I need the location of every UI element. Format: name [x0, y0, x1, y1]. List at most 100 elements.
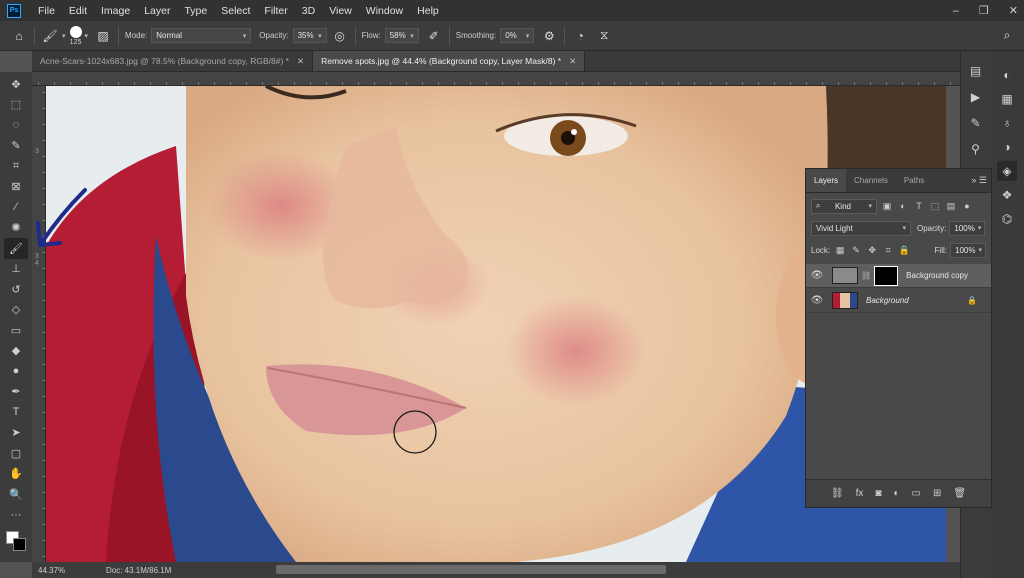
- menu-filter[interactable]: Filter: [257, 5, 294, 17]
- hand-tool-icon[interactable]: ✋: [4, 464, 28, 485]
- trash-icon[interactable]: 🗑: [953, 488, 966, 499]
- group-icon[interactable]: ▭: [912, 488, 921, 499]
- filter-toggle-icon[interactable]: ●: [961, 201, 973, 211]
- minimize-icon[interactable]: –: [953, 5, 959, 17]
- eyedropper-tool-icon[interactable]: ⁄: [4, 197, 28, 218]
- color-panel-icon[interactable]: ◐: [997, 65, 1017, 85]
- fx-icon[interactable]: fx: [856, 488, 864, 499]
- layer-row[interactable]: 👁 Background 🔒: [806, 289, 991, 313]
- rectangle-tool-icon[interactable]: ▢: [4, 443, 28, 464]
- layer-fill-field[interactable]: 100% ▾: [950, 242, 986, 258]
- lock-artboard-icon[interactable]: ⌗: [882, 245, 894, 256]
- new-layer-icon[interactable]: ⊞: [933, 488, 941, 499]
- link-icon[interactable]: ⛓: [861, 271, 871, 280]
- menu-help[interactable]: Help: [410, 5, 446, 17]
- history-brush-tool-icon[interactable]: ↺: [4, 279, 28, 300]
- airbrush-icon[interactable]: ✐: [425, 27, 443, 45]
- tab-channels[interactable]: Channels: [846, 169, 896, 192]
- layer-row[interactable]: 👁 ⛓ Background copy: [806, 264, 991, 288]
- healing-brush-tool-icon[interactable]: ✺: [4, 218, 28, 239]
- chevron-down-icon[interactable]: ▾: [62, 32, 66, 40]
- menu-3d[interactable]: 3D: [295, 5, 322, 17]
- swatches-panel-icon[interactable]: ▦: [997, 89, 1017, 109]
- filter-kind-select[interactable]: ⌕ Kind ▾: [811, 198, 877, 214]
- layer-mask-thumbnail[interactable]: [874, 265, 899, 286]
- smoothing-field[interactable]: 0% ▾: [500, 28, 535, 43]
- menu-file[interactable]: File: [31, 5, 62, 17]
- close-icon[interactable]: ✕: [297, 56, 304, 67]
- zoom-tool-icon[interactable]: 🔍: [4, 484, 28, 505]
- type-tool-icon[interactable]: T: [4, 402, 28, 423]
- smart-object-filter-icon[interactable]: ▤: [945, 201, 957, 212]
- adjustments-panel-icon[interactable]: ◑: [997, 137, 1017, 157]
- crop-tool-icon[interactable]: ⌗: [4, 156, 28, 177]
- menu-edit[interactable]: Edit: [62, 5, 94, 17]
- frame-tool-icon[interactable]: ⊠: [4, 177, 28, 198]
- lock-image-icon[interactable]: ✎: [850, 245, 862, 256]
- pixel-filter-icon[interactable]: ▣: [881, 201, 893, 212]
- lock-position-icon[interactable]: ✥: [866, 245, 878, 256]
- type-filter-icon[interactable]: T: [913, 201, 925, 211]
- chevron-down-icon[interactable]: ▾: [85, 32, 89, 40]
- move-tool-icon[interactable]: ✥: [4, 74, 28, 95]
- menu-layer[interactable]: Layer: [137, 5, 177, 17]
- menu-window[interactable]: Window: [359, 5, 410, 17]
- restore-icon[interactable]: ❐: [979, 4, 989, 17]
- dodge-tool-icon[interactable]: ●: [4, 361, 28, 382]
- paths-panel-icon[interactable]: ⌬: [997, 209, 1017, 229]
- layer-opacity-field[interactable]: 100% ▾: [949, 220, 986, 236]
- lock-transparent-icon[interactable]: ▦: [834, 245, 846, 256]
- tab-layers[interactable]: Layers: [806, 169, 847, 192]
- brush-tool-icon[interactable]: 🖌: [4, 238, 28, 259]
- pressure-opacity-icon[interactable]: ◎: [331, 27, 349, 45]
- brush-settings-icon[interactable]: ▨: [94, 27, 112, 45]
- adjustment-icon[interactable]: ◐: [893, 488, 899, 499]
- more-tools-icon[interactable]: ···: [4, 505, 28, 526]
- close-icon[interactable]: ✕: [1009, 4, 1018, 17]
- panel-menu-icon[interactable]: » ☰: [971, 175, 987, 186]
- menu-image[interactable]: Image: [94, 5, 137, 17]
- pen-tool-icon[interactable]: ✒: [4, 382, 28, 403]
- zoom-level[interactable]: 44.37%: [38, 566, 98, 575]
- horizontal-scrollbar[interactable]: [276, 565, 666, 574]
- marquee-tool-icon[interactable]: ⬚: [4, 95, 28, 116]
- brushes-panel-icon[interactable]: ⚲: [966, 139, 986, 159]
- layers-panel-icon[interactable]: ◈: [997, 161, 1017, 181]
- mode-select[interactable]: Normal ▾: [151, 28, 252, 43]
- menu-view[interactable]: View: [322, 5, 359, 17]
- channels-panel-icon[interactable]: ❖: [997, 185, 1017, 205]
- brush-preset-picker[interactable]: 125: [69, 25, 82, 46]
- menu-type[interactable]: Type: [177, 5, 214, 17]
- mask-icon[interactable]: ◙: [875, 488, 881, 499]
- quick-select-tool-icon[interactable]: ✎: [4, 136, 28, 157]
- blur-tool-icon[interactable]: ◆: [4, 341, 28, 362]
- lasso-tool-icon[interactable]: ◌: [4, 115, 28, 136]
- home-icon[interactable]: ⌂: [10, 27, 28, 45]
- path-select-tool-icon[interactable]: ➤: [4, 423, 28, 444]
- blend-mode-select[interactable]: Vivid Light ▾: [811, 220, 911, 236]
- document-size[interactable]: Doc: 43.1M/86.1M: [106, 566, 171, 575]
- gear-icon[interactable]: ⚙: [540, 27, 558, 45]
- flow-field[interactable]: 58% ▾: [384, 28, 419, 43]
- background-color-swatch[interactable]: [13, 538, 26, 551]
- pressure-size-icon[interactable]: ◔: [571, 27, 589, 45]
- adjustment-filter-icon[interactable]: ◐: [897, 201, 909, 211]
- search-icon[interactable]: ⌕: [998, 27, 1016, 45]
- brush-tool-icon[interactable]: 🖌: [41, 27, 59, 45]
- eye-icon[interactable]: 👁: [806, 295, 828, 306]
- opacity-field[interactable]: 35% ▾: [292, 28, 327, 43]
- close-icon[interactable]: ✕: [569, 56, 576, 67]
- history-panel-icon[interactable]: ▤: [966, 61, 986, 81]
- eye-icon[interactable]: 👁: [806, 270, 828, 281]
- lock-all-icon[interactable]: 🔒: [898, 245, 910, 256]
- brush-settings-panel-icon[interactable]: ✎: [966, 113, 986, 133]
- tab-acne-scars[interactable]: Acne-Scars-1024x683.jpg @ 78.5% (Backgro…: [32, 51, 314, 71]
- tab-paths[interactable]: Paths: [896, 169, 932, 192]
- color-swatches[interactable]: [4, 531, 28, 555]
- tab-remove-spots[interactable]: Remove spots.jpg @ 44.4% (Background cop…: [313, 51, 586, 71]
- clone-stamp-tool-icon[interactable]: ⊥: [4, 259, 28, 280]
- symmetry-icon[interactable]: ⧖: [595, 27, 613, 45]
- link-icon[interactable]: ⛓: [831, 488, 844, 499]
- learn-panel-icon[interactable]: ♁: [997, 113, 1017, 133]
- eraser-tool-icon[interactable]: ◇: [4, 300, 28, 321]
